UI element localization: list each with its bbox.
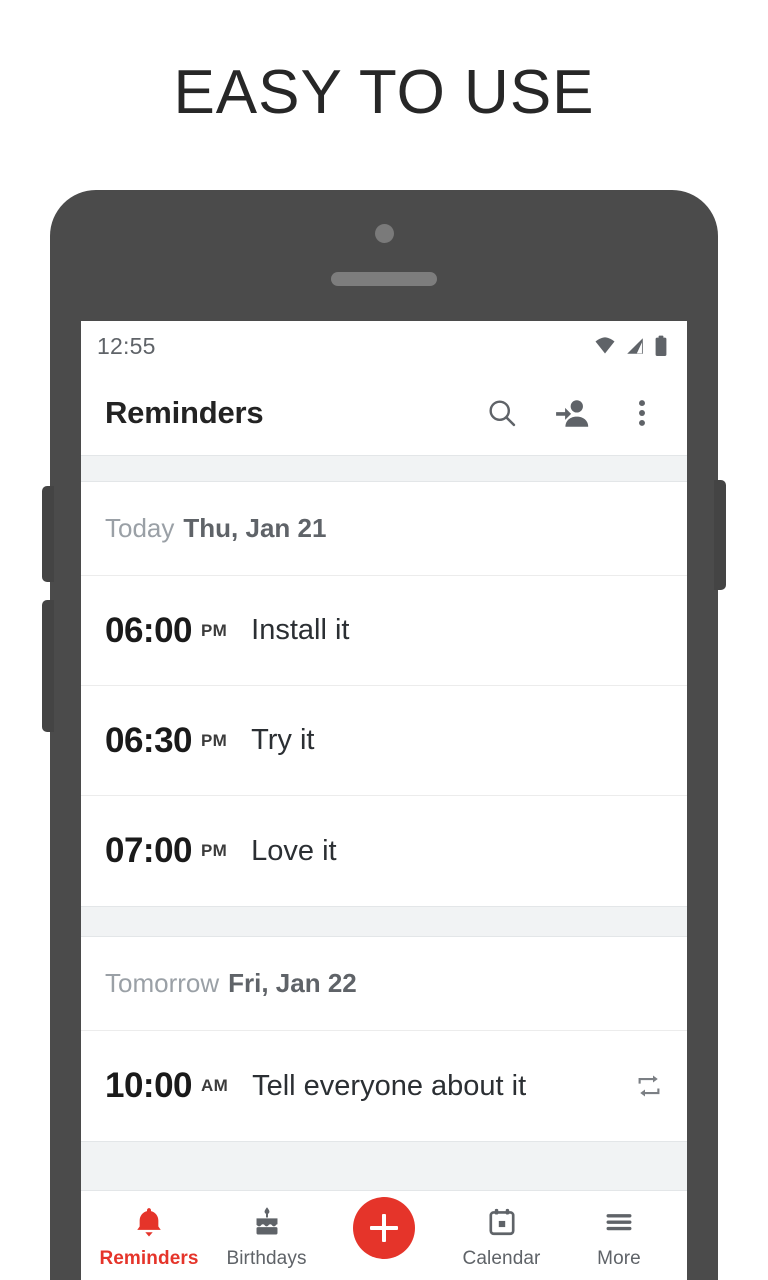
power-button[interactable] xyxy=(714,480,726,590)
wifi-icon xyxy=(595,337,615,354)
nav-label-calendar: Calendar xyxy=(462,1248,541,1269)
reminder-meridiem: PM xyxy=(201,620,228,640)
section-header-today: Today Thu, Jan 21 xyxy=(81,482,687,576)
add-reminder-fab[interactable] xyxy=(332,1191,436,1259)
overflow-menu-button[interactable] xyxy=(621,392,663,434)
camera-dot-icon xyxy=(375,224,394,243)
promo-screenshot: EASY TO USE 12:55 Reminders Today Thu, J… xyxy=(0,0,768,1280)
nav-item-more[interactable]: More xyxy=(567,1191,671,1270)
status-time: 12:55 xyxy=(97,332,156,359)
bottom-navigation-bar: Reminders Birthdays Calendar More xyxy=(81,1190,687,1280)
app-bar: Reminders xyxy=(81,371,687,455)
reminder-meridiem: PM xyxy=(201,841,228,860)
reminder-time: 10:00 xyxy=(105,1066,193,1105)
search-button[interactable] xyxy=(481,392,523,434)
nav-item-calendar[interactable]: Calendar xyxy=(450,1191,554,1270)
overflow-menu-icon xyxy=(639,400,645,426)
reminder-meridiem: AM xyxy=(201,1076,229,1095)
nav-item-reminders[interactable]: Reminders xyxy=(97,1191,201,1270)
reminder-time: 06:30 xyxy=(105,720,193,760)
cellular-signal-icon xyxy=(627,338,643,354)
reminder-title: Try it xyxy=(251,724,315,756)
reminder-time: 07:00 xyxy=(105,831,193,870)
section-relative-label: Today xyxy=(105,513,175,543)
reminder-row[interactable]: 07:00 PM Love it xyxy=(81,796,687,906)
phone-frame: 12:55 Reminders Today Thu, Jan 21 06:00 … xyxy=(42,190,726,1280)
section-date-label: Fri, Jan 22 xyxy=(228,968,357,998)
section-relative-label: Tomorrow xyxy=(105,968,220,998)
section-date-label: Thu, Jan 21 xyxy=(183,513,327,543)
status-icons xyxy=(593,334,669,358)
volume-down-button[interactable] xyxy=(42,600,54,732)
repeat-button[interactable] xyxy=(633,1070,665,1102)
nav-label-reminders: Reminders xyxy=(99,1248,199,1269)
speaker-grille-icon xyxy=(331,272,437,286)
reminder-meridiem: PM xyxy=(201,730,228,750)
section-header-tomorrow: Tomorrow Fri, Jan 22 xyxy=(81,937,687,1031)
app-bar-actions xyxy=(481,392,673,434)
volume-up-button[interactable] xyxy=(42,486,54,582)
plus-icon-vertical xyxy=(382,1214,386,1242)
reminder-title: Tell everyone about it xyxy=(252,1069,527,1102)
hamburger-menu-icon xyxy=(602,1203,636,1241)
status-bar: 12:55 xyxy=(81,321,687,371)
reminder-title: Install it xyxy=(251,614,350,646)
nav-label-birthdays: Birthdays xyxy=(226,1248,307,1269)
nav-item-birthdays[interactable]: Birthdays xyxy=(215,1191,319,1270)
calendar-icon xyxy=(486,1203,518,1241)
reminder-time: 06:00 xyxy=(105,610,193,650)
search-icon xyxy=(489,400,516,427)
section-spacer-band xyxy=(81,906,687,937)
page-title: EASY TO USE xyxy=(173,58,595,127)
reminder-title: Love it xyxy=(251,834,337,867)
reminder-row[interactable]: 10:00 AM Tell everyone about it xyxy=(81,1031,687,1141)
add-person-button[interactable] xyxy=(551,392,593,434)
battery-icon xyxy=(655,335,667,356)
repeat-icon xyxy=(638,1075,660,1097)
bell-icon xyxy=(132,1203,166,1241)
phone-screen: 12:55 Reminders Today Thu, Jan 21 06:00 … xyxy=(81,321,687,1280)
nav-label-more: More xyxy=(597,1248,641,1269)
reminder-row[interactable]: 06:30 PM Try it xyxy=(81,686,687,796)
add-person-icon xyxy=(556,400,589,427)
app-title: Reminders xyxy=(105,395,264,430)
cake-icon xyxy=(250,1203,284,1241)
reminder-row[interactable]: 06:00 PM Install it xyxy=(81,576,687,686)
top-spacer-band xyxy=(81,455,687,482)
